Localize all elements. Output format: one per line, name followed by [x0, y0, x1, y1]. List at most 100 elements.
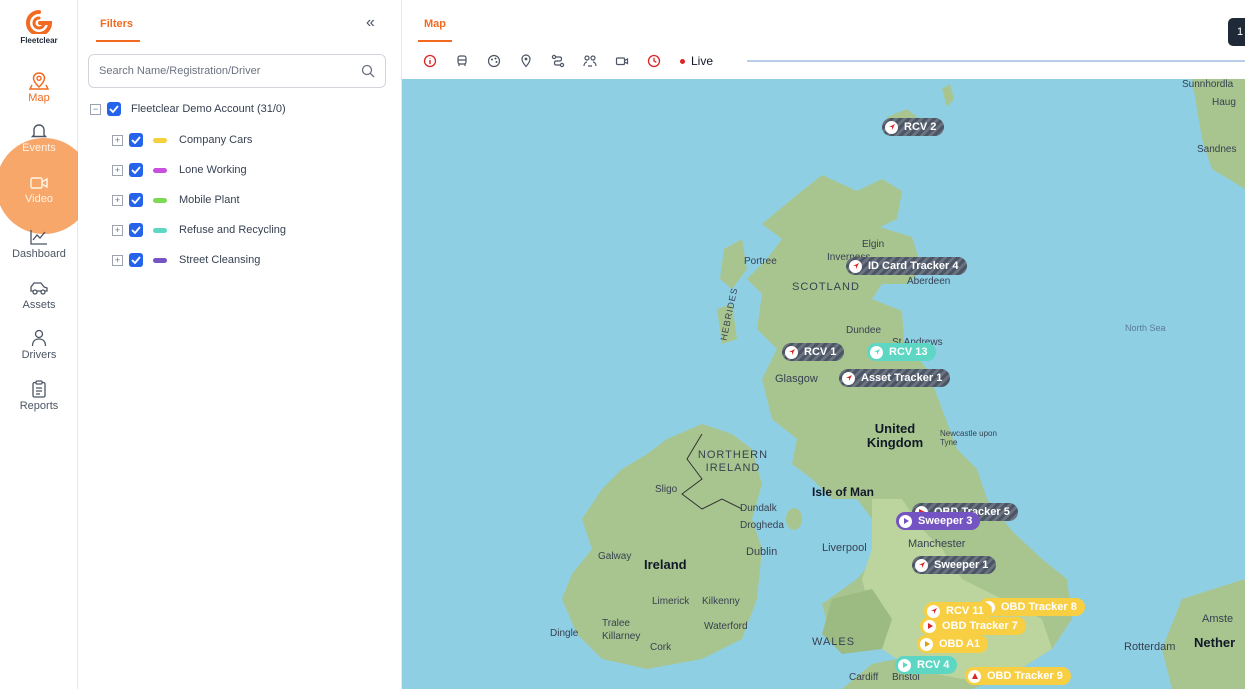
nav-video[interactable]: Video — [0, 175, 78, 205]
search-icon[interactable] — [361, 64, 375, 78]
nav-events[interactable]: Events — [0, 122, 78, 154]
place-label: Portree — [744, 256, 777, 267]
timeline-slider[interactable] — [747, 60, 1245, 62]
place-label: Liverpool — [822, 542, 867, 554]
place-label: Elgin — [862, 239, 885, 250]
video-camera-icon — [30, 177, 48, 189]
vehicle-marker-label: OBD Tracker 9 — [987, 670, 1063, 682]
expand-toggle[interactable]: + — [112, 134, 123, 146]
checkbox-group[interactable] — [129, 133, 143, 147]
place-label: Waterford — [704, 621, 748, 632]
vehicle-icon — [30, 282, 48, 295]
place-label: Killarney — [602, 631, 641, 642]
live-indicator[interactable]: Live — [674, 54, 713, 68]
vehicle-marker-label: Sweeper 3 — [918, 515, 973, 527]
nav-assets-label: Assets — [22, 299, 56, 311]
vehicle-direction-icon — [842, 371, 855, 385]
expand-toggle[interactable]: + — [112, 164, 123, 176]
vehicle-marker[interactable]: Sweeper 1 — [912, 556, 997, 574]
group-label: Lone Working — [179, 164, 247, 176]
expand-toggle[interactable]: + — [112, 224, 123, 236]
vehicle-marker[interactable]: RCV 11 — [924, 602, 992, 620]
line-chart-icon — [30, 230, 47, 245]
corner-button[interactable]: 1 — [1228, 18, 1245, 46]
vehicle-marker-label: ID Card Tracker 4 — [868, 260, 959, 272]
expand-toggle[interactable]: + — [112, 254, 123, 266]
map-base-layer — [402, 79, 1245, 689]
camera-icon[interactable] — [606, 52, 638, 70]
tree-group-row[interactable]: + Street Cleansing — [112, 251, 260, 269]
country-label: Ireland — [644, 557, 687, 572]
tab-filters-underline — [96, 40, 140, 42]
vehicle-marker[interactable]: ID Card Tracker 4 — [846, 257, 967, 275]
search-input[interactable] — [99, 62, 349, 80]
island-label: Isle of Man — [812, 485, 875, 499]
nav-drivers[interactable]: Drivers — [0, 329, 78, 361]
tree-group-row[interactable]: + Mobile Plant — [112, 191, 240, 209]
vehicle-marker-label: RCV 11 — [946, 605, 984, 617]
checkbox-group[interactable] — [129, 253, 143, 267]
group-color-swatch — [153, 227, 167, 233]
nav-reports-label: Reports — [19, 400, 59, 412]
place-label: Cork — [650, 642, 672, 653]
place-label: Aberdeen — [907, 276, 951, 287]
group-color-swatch — [153, 197, 167, 203]
nav-assets[interactable]: Assets — [0, 279, 78, 311]
place-label: Sunnhordla — [1182, 79, 1234, 90]
vehicle-marker[interactable]: OBD Tracker 9 — [965, 667, 1071, 685]
expand-toggle[interactable]: + — [112, 194, 123, 206]
tab-map[interactable]: Map — [424, 18, 446, 30]
main-navigation-rail: Fleetclear Map Events Video Dashboard As… — [0, 0, 92, 689]
place-label: Sandnes — [1197, 144, 1237, 155]
country-label: Nether — [1194, 635, 1236, 650]
tab-filters[interactable]: Filters — [100, 18, 133, 30]
nav-reports[interactable]: Reports — [0, 380, 78, 412]
info-icon[interactable] — [414, 52, 446, 70]
nav-video-label: Video — [25, 193, 53, 205]
place-label: Glasgow — [775, 373, 818, 385]
collapse-panel-button[interactable]: « — [366, 14, 375, 32]
map-viewport[interactable]: Sunnhordla Haug Sandnes Elgin Portree In… — [402, 79, 1245, 689]
palette-icon[interactable] — [478, 52, 510, 70]
route-icon[interactable] — [542, 52, 574, 70]
place-label: Amste — [1202, 613, 1234, 625]
vehicle-direction-icon — [915, 558, 928, 572]
vehicle-marker[interactable]: RCV 2 — [882, 118, 945, 136]
vehicle-marker[interactable]: Asset Tracker 1 — [839, 369, 951, 387]
group-label: Street Cleansing — [179, 254, 261, 266]
live-label: Live — [691, 54, 714, 68]
clipboard-icon — [32, 380, 46, 398]
vehicle-marker-label: RCV 13 — [889, 346, 928, 358]
tree-group-row[interactable]: + Company Cars — [112, 131, 252, 149]
vehicle-filter-icon[interactable] — [446, 52, 478, 70]
checkbox-root[interactable] — [107, 102, 121, 116]
clock-icon[interactable] — [638, 52, 670, 70]
vehicle-direction-icon — [870, 345, 883, 359]
place-label: Sligo — [655, 484, 678, 495]
location-icon[interactable] — [510, 52, 542, 70]
region-label: WALES — [812, 636, 856, 648]
group-color-swatch — [153, 137, 167, 143]
checkbox-group[interactable] — [129, 163, 143, 177]
collapse-toggle[interactable]: − — [90, 103, 101, 115]
group-icon[interactable] — [574, 52, 606, 70]
checkmark-icon — [109, 105, 119, 113]
place-label: Dundalk — [740, 503, 777, 514]
vehicle-marker[interactable]: Sweeper 3 — [896, 512, 981, 530]
vehicle-marker-label: Sweeper 1 — [934, 559, 989, 571]
checkbox-group[interactable] — [129, 193, 143, 207]
tree-group-row[interactable]: + Lone Working — [112, 161, 247, 179]
tree-group-row[interactable]: + Refuse and Recycling — [112, 221, 286, 239]
vehicle-marker[interactable]: RCV 13 — [867, 343, 936, 361]
vehicle-marker[interactable]: OBD Tracker 8 — [979, 598, 1085, 616]
vehicle-marker[interactable]: OBD A1 — [917, 635, 989, 653]
vehicle-marker[interactable]: RCV 1 — [782, 343, 845, 361]
nav-map[interactable]: Map — [0, 72, 78, 104]
vehicle-marker[interactable]: RCV 4 — [895, 656, 958, 674]
nav-dashboard[interactable]: Dashboard — [0, 228, 78, 260]
tree-root-row[interactable]: − Fleetclear Demo Account (31/0) — [90, 100, 286, 118]
fleetclear-logo[interactable]: Fleetclear — [0, 10, 78, 45]
app-window: Fleetclear Map Events Video Dashboard As… — [0, 0, 1245, 689]
group-label: Mobile Plant — [179, 194, 240, 206]
checkbox-group[interactable] — [129, 223, 143, 237]
